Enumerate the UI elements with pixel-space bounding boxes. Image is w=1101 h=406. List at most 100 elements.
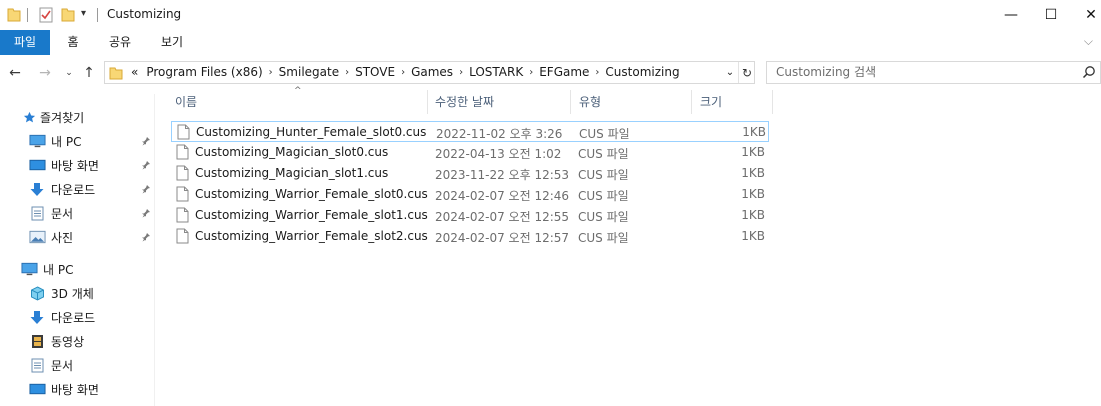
file-icon [176,207,189,226]
file-date: 2022-11-02 오후 3:26 [436,127,563,141]
file-row[interactable]: Customizing_Warrior_Female_slot2.cus 202… [171,226,769,247]
window-title: Customizing [107,7,182,21]
nav-item-desktop[interactable]: 바탕 화면 [28,154,99,176]
column-divider[interactable] [772,90,773,114]
properties-icon[interactable] [39,7,53,26]
nav-label: 3D 개체 [51,286,94,301]
close-button[interactable]: ✕ [1068,0,1101,30]
separator [97,8,98,22]
pc-icon [20,261,38,277]
nav-item-documents[interactable]: 문서 [28,202,73,224]
file-size: 1KB [742,125,766,139]
ribbon-tabs: 파일 홈 공유 보기 ⌵ [0,30,1101,55]
address-bar[interactable]: « Program Files (x86) › Smilegate › STOV… [104,61,755,84]
file-size: 1KB [741,208,765,222]
breadcrumb-segment[interactable]: Customizing [601,62,683,83]
nav-label: 동영상 [51,334,85,349]
videos-icon [28,333,46,349]
nav-label: 즐겨찾기 [40,110,85,125]
new-folder-icon[interactable] [61,7,75,26]
file-size: 1KB [741,229,765,243]
column-headers: ^ 이름 수정한 날짜 유형 크기 [166,86,773,114]
breadcrumb-segment[interactable]: STOVE [351,62,399,83]
nav-item-downloads[interactable]: 다운로드 [28,306,95,328]
refresh-icon[interactable]: ↻ [738,62,755,83]
recent-locations-icon[interactable]: ⌄ [60,63,78,83]
nav-item-desktop[interactable]: 바탕 화면 [28,378,99,400]
pin-icon[interactable] [140,183,152,195]
nav-label: 내 PC [51,134,82,149]
file-date: 2024-02-07 오전 12:46 [435,189,570,203]
folder-icon [7,7,21,26]
title-bar: ▾ Customizing — ☐ ✕ [0,0,1101,30]
search-placeholder: Customizing 검색 [776,65,877,79]
file-type: CUS 파일 [578,168,629,182]
file-type: CUS 파일 [578,147,629,161]
file-row[interactable]: Customizing_Magician_slot0.cus 2022-04-1… [171,142,769,163]
nav-label: 문서 [51,206,74,221]
pc-icon [28,133,46,149]
back-button[interactable]: ← [6,63,24,83]
expand-ribbon-icon[interactable]: ⌵ [1084,34,1093,49]
column-header-date[interactable]: 수정한 날짜 [435,90,565,114]
nav-quick-access[interactable]: 즐겨찾기 [22,106,84,128]
file-type: CUS 파일 [579,127,630,141]
star-icon [22,109,36,125]
search-icon[interactable] [1082,65,1096,82]
file-row[interactable]: Customizing_Hunter_Female_slot0.cus 2022… [171,121,769,142]
chevron-right-icon[interactable]: › [267,62,275,83]
pin-icon[interactable] [140,207,152,219]
chevron-right-icon[interactable]: › [399,62,407,83]
forward-button[interactable]: → [36,63,54,83]
file-date: 2024-02-07 오전 12:55 [435,210,570,224]
up-button[interactable]: ↑ [80,63,98,83]
tab-home[interactable]: 홈 [57,30,89,55]
nav-item-3d-objects[interactable]: 3D 개체 [28,282,94,304]
column-divider[interactable] [691,90,692,114]
breadcrumb-segment[interactable]: Games [407,62,457,83]
file-size: 1KB [741,187,765,201]
nav-item-videos[interactable]: 동영상 [28,330,84,352]
nav-label: 바탕 화면 [51,382,99,397]
nav-label: 문서 [51,358,74,373]
nav-item-pc[interactable]: 내 PC [28,130,81,152]
chevron-right-icon[interactable]: › [527,62,535,83]
nav-label: 다운로드 [51,310,96,325]
customize-qat-icon[interactable]: ▾ [81,8,86,19]
search-input[interactable]: Customizing 검색 [766,61,1101,84]
column-divider[interactable] [427,90,428,114]
nav-item-downloads[interactable]: 다운로드 [28,178,95,200]
breadcrumb-overflow[interactable]: « [131,62,142,83]
breadcrumb-segment[interactable]: Program Files (x86) [142,62,266,83]
nav-this-pc[interactable]: 내 PC [20,258,73,280]
breadcrumb-segment[interactable]: Smilegate [275,62,343,83]
file-icon [176,144,189,163]
nav-label: 사진 [51,230,74,245]
chevron-right-icon[interactable]: › [457,62,465,83]
tab-file[interactable]: 파일 [0,30,50,55]
file-name: Customizing_Warrior_Female_slot1.cus [195,208,428,222]
column-header-type[interactable]: 유형 [579,90,679,114]
breadcrumb-segment[interactable]: EFGame [535,62,593,83]
file-date: 2023-11-22 오후 12:53 [435,168,570,182]
column-header-size[interactable]: 크기 [700,90,760,114]
breadcrumb-segment[interactable]: LOSTARK [465,62,527,83]
file-row[interactable]: Customizing_Magician_slot1.cus 2023-11-2… [171,163,769,184]
pin-icon[interactable] [140,159,152,171]
file-row[interactable]: Customizing_Warrior_Female_slot0.cus 202… [171,184,769,205]
nav-item-documents[interactable]: 문서 [28,354,73,376]
tab-share[interactable]: 공유 [101,30,139,55]
address-dropdown-icon[interactable]: ⌄ [723,62,737,83]
nav-item-pictures[interactable]: 사진 [28,226,73,248]
file-row[interactable]: Customizing_Warrior_Female_slot1.cus 202… [171,205,769,226]
download-icon [28,181,46,197]
desktop-icon [28,381,46,397]
column-divider[interactable] [570,90,571,114]
navigation-pane: 즐겨찾기 내 PC 바탕 화면 다운로드 문서 사진 내 PC 3D 개체 다운… [0,94,155,406]
chevron-right-icon[interactable]: › [343,62,351,83]
chevron-right-icon[interactable]: › [593,62,601,83]
pin-icon[interactable] [140,231,152,243]
tab-view[interactable]: 보기 [153,30,191,55]
column-header-name[interactable]: 이름 [175,90,415,114]
pin-icon[interactable] [140,135,152,147]
